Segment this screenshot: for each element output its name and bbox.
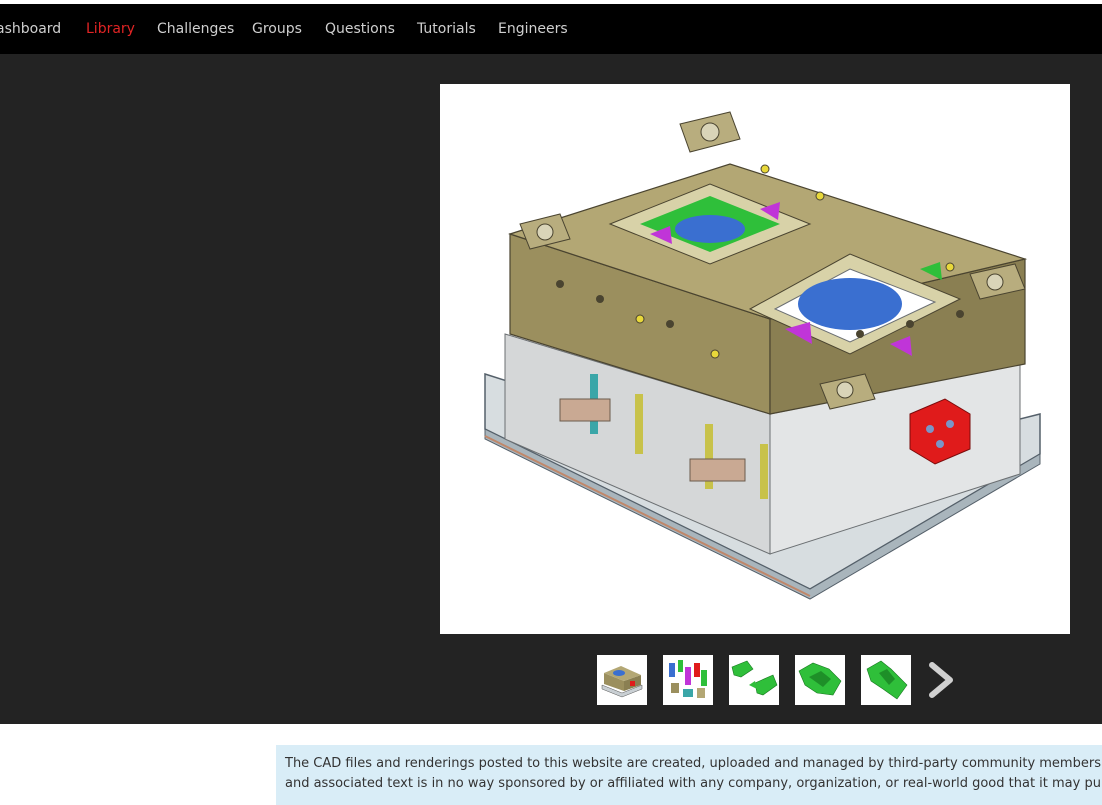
green-part-side-thumbnail-icon <box>866 660 908 700</box>
disclaimer-line-2: and associated text is in no way sponsor… <box>285 776 1102 791</box>
nav-dashboard[interactable]: ashboard <box>0 4 61 54</box>
green-parts-pair-thumbnail-icon <box>731 660 778 696</box>
thumbnail-4[interactable] <box>795 655 845 705</box>
next-thumbnails-button[interactable] <box>924 655 958 705</box>
mold-assembly-thumbnail-icon <box>601 666 643 698</box>
nav-challenges[interactable]: Challenges <box>157 4 234 54</box>
nav-engineers[interactable]: Engineers <box>498 4 568 54</box>
exploded-components-thumbnail-icon <box>669 660 707 698</box>
green-part-thumbnail-icon <box>798 662 842 696</box>
thumbnail-5[interactable] <box>861 655 911 705</box>
thumbnail-2[interactable] <box>663 655 713 705</box>
nav-tutorials[interactable]: Tutorials <box>417 4 476 54</box>
disclaimer-notice: The CAD files and renderings posted to t… <box>276 745 1102 805</box>
nav-library[interactable]: Library <box>86 4 135 54</box>
chevron-right-icon <box>929 662 953 698</box>
thumbnail-1[interactable] <box>597 655 647 705</box>
disclaimer-line-1: The CAD files and renderings posted to t… <box>285 756 1102 771</box>
mold-assembly-illustration <box>484 111 1041 600</box>
main-render-image[interactable] <box>440 84 1070 634</box>
thumbnail-3[interactable] <box>729 655 779 705</box>
nav-questions[interactable]: Questions <box>325 4 395 54</box>
nav-groups[interactable]: Groups <box>252 4 302 54</box>
image-viewer <box>0 54 1102 724</box>
top-navbar: ashboard Library Challenges Groups Quest… <box>0 4 1102 54</box>
